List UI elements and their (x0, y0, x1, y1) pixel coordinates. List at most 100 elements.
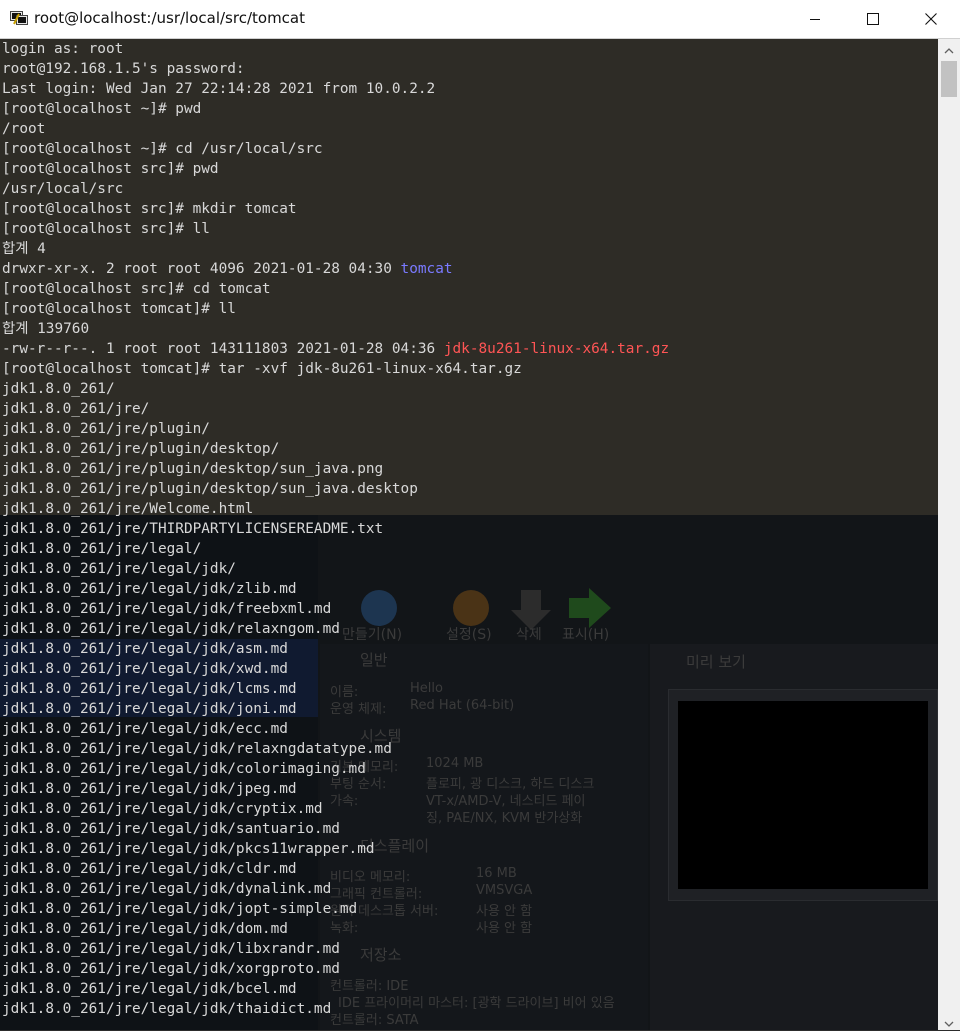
terminal-text: 합계 4 (2, 241, 46, 257)
scrollbar-thumb[interactable] (941, 61, 957, 97)
terminal-line: jdk1.8.0_261/jre/plugin/desktop/sun_java… (2, 459, 669, 479)
terminal-text: jdk1.8.0_261/ (2, 381, 115, 397)
scrollbar[interactable] (938, 39, 960, 1030)
close-button[interactable] (902, 0, 960, 38)
terminal-line: jdk1.8.0_261/jre/plugin/ (2, 419, 669, 439)
terminal-text: -rw-r--r--. 1 root root 143111803 2021-0… (2, 341, 444, 357)
terminal-output: login as: root root@192.168.1.5's passwor… (2, 39, 669, 1019)
terminal-text: jdk1.8.0_261/jre/legal/jdk/ecc.md (2, 721, 288, 737)
terminal-line: jdk1.8.0_261/jre/legal/jdk/freebxml.md (2, 599, 669, 619)
terminal-text: [root@localhost tomcat]# tar -xvf jdk-8u… (2, 361, 522, 377)
terminal-line: jdk1.8.0_261/jre/plugin/desktop/ (2, 439, 669, 459)
terminal-line: jdk1.8.0_261/jre/legal/jdk/joni.md (2, 699, 669, 719)
terminal-text: jdk1.8.0_261/jre/plugin/ (2, 421, 210, 437)
terminal-area[interactable]: 만들기(N) 설정(S) 삭제 표시(H) 일반 이름: Hello 운영 체제… (0, 39, 938, 1030)
minimize-icon (809, 10, 821, 29)
terminal-text: 합계 139760 (2, 321, 90, 337)
maximize-icon (867, 10, 879, 29)
terminal-line: jdk1.8.0_261/jre/legal/jdk/ecc.md (2, 719, 669, 739)
terminal-text: jdk1.8.0_261/jre/legal/jdk/colorimaging.… (2, 761, 366, 777)
terminal-line: jdk1.8.0_261/jre/legal/jdk/cldr.md (2, 859, 669, 879)
terminal-line: jdk1.8.0_261/jre/legal/jdk/libxrandr.md (2, 939, 669, 959)
terminal-text: jdk1.8.0_261/jre/legal/jdk/xorgproto.md (2, 961, 340, 977)
terminal-line: jdk1.8.0_261/jre/legal/jdk/asm.md (2, 639, 669, 659)
terminal-text: jdk1.8.0_261/jre/legal/jdk/xwd.md (2, 661, 288, 677)
terminal-text: jdk1.8.0_261/jre/legal/jdk/zlib.md (2, 581, 297, 597)
scroll-down-button[interactable] (938, 1012, 960, 1030)
terminal-text: jdk1.8.0_261/jre/legal/jdk/joni.md (2, 701, 297, 717)
terminal-text: jdk1.8.0_261/jre/plugin/desktop/ (2, 441, 280, 457)
terminal-text: jdk1.8.0_261/jre/legal/jdk/relaxngdataty… (2, 741, 392, 757)
terminal-line: jdk1.8.0_261/jre/legal/jdk/santuario.md (2, 819, 669, 839)
background-preview-screen (678, 701, 928, 889)
terminal-text: jdk1.8.0_261/jre/legal/jdk/santuario.md (2, 821, 340, 837)
terminal-line: jdk1.8.0_261/jre/legal/jdk/colorimaging.… (2, 759, 669, 779)
terminal-line: jdk1.8.0_261/jre/legal/jdk/dynalink.md (2, 879, 669, 899)
terminal-line: jdk1.8.0_261/jre/legal/jdk/xorgproto.md (2, 959, 669, 979)
terminal-line: /usr/local/src (2, 179, 669, 199)
terminal-text: jdk1.8.0_261/jre/legal/jdk/asm.md (2, 641, 288, 657)
terminal-text: [root@localhost ~]# cd /usr/local/src (2, 141, 323, 157)
terminal-line: jdk1.8.0_261/jre/legal/jdk/bcel.md (2, 979, 669, 999)
terminal-text: jdk1.8.0_261/jre/legal/jdk/libxrandr.md (2, 941, 340, 957)
terminal-text: root@192.168.1.5's password: (2, 61, 245, 77)
terminal-text: jdk1.8.0_261/jre/Welcome.html (2, 501, 254, 517)
terminal-text: /root (2, 121, 46, 137)
terminal-text: jdk1.8.0_261/jre/legal/jdk/cldr.md (2, 861, 297, 877)
terminal-line: jdk1.8.0_261/jre/legal/jdk/cryptix.md (2, 799, 669, 819)
terminal-line: [root@localhost ~]# pwd (2, 99, 669, 119)
terminal-line: jdk1.8.0_261/jre/legal/jdk/zlib.md (2, 579, 669, 599)
ghost-section-preview: 미리 보기 (686, 653, 746, 671)
terminal-text: [root@localhost src]# cd tomcat (2, 281, 271, 297)
terminal-text: jdk1.8.0_261/jre/legal/jdk/jpeg.md (2, 781, 297, 797)
terminal-line: jdk1.8.0_261/ (2, 379, 669, 399)
terminal-text: jdk1.8.0_261/jre/legal/ (2, 541, 202, 557)
terminal-line: jdk1.8.0_261/jre/legal/jdk/jpeg.md (2, 779, 669, 799)
terminal-text: jdk1.8.0_261/jre/legal/jdk/jopt-simple.m… (2, 901, 358, 917)
terminal-line: [root@localhost ~]# cd /usr/local/src (2, 139, 669, 159)
terminal-line: jdk1.8.0_261/jre/legal/jdk/thaidict.md (2, 999, 669, 1019)
terminal-line: /root (2, 119, 669, 139)
terminal-text: jdk1.8.0_261/jre/plugin/desktop/sun_java… (2, 461, 384, 477)
terminal-text: [root@localhost ~]# pwd (2, 101, 202, 117)
terminal-line: [root@localhost src]# ll (2, 219, 669, 239)
terminal-text: [root@localhost src]# pwd (2, 161, 219, 177)
terminal-line: jdk1.8.0_261/jre/legal/jdk/xwd.md (2, 659, 669, 679)
maximize-button[interactable] (844, 0, 902, 38)
terminal-text: jdk1.8.0_261/jre/legal/jdk/ (2, 561, 236, 577)
terminal-text: jdk1.8.0_261/jre/legal/jdk/bcel.md (2, 981, 297, 997)
terminal-line: drwxr-xr-x. 2 root root 4096 2021-01-28 … (2, 259, 669, 279)
terminal-line: root@192.168.1.5's password: (2, 59, 669, 79)
terminal-directory-name: tomcat (400, 261, 453, 277)
terminal-text: jdk1.8.0_261/jre/ (2, 401, 150, 417)
terminal-text: jdk1.8.0_261/jre/legal/jdk/lcms.md (2, 681, 297, 697)
terminal-line: login as: root (2, 39, 669, 59)
terminal-line: [root@localhost tomcat]# tar -xvf jdk-8u… (2, 359, 669, 379)
terminal-text: Last login: Wed Jan 27 22:14:28 2021 fro… (2, 81, 436, 97)
terminal-text: jdk1.8.0_261/jre/legal/jdk/pkcs11wrapper… (2, 841, 375, 857)
terminal-line: jdk1.8.0_261/jre/THIRDPARTYLICENSEREADME… (2, 519, 669, 539)
terminal-text: drwxr-xr-x. 2 root root 4096 2021-01-28 … (2, 261, 401, 277)
terminal-line: jdk1.8.0_261/jre/legal/jdk/pkcs11wrapper… (2, 839, 669, 859)
scroll-up-icon (944, 39, 954, 58)
terminal-line: jdk1.8.0_261/jre/legal/jdk/relaxngdataty… (2, 739, 669, 759)
terminal-line: [root@localhost src]# pwd (2, 159, 669, 179)
terminal-line: jdk1.8.0_261/jre/plugin/desktop/sun_java… (2, 479, 669, 499)
putty-terminal-icon[interactable] (10, 10, 28, 26)
terminal-text: jdk1.8.0_261/jre/legal/jdk/thaidict.md (2, 1001, 332, 1017)
terminal-text: jdk1.8.0_261/jre/THIRDPARTYLICENSEREADME… (2, 521, 384, 537)
close-icon (925, 10, 937, 29)
terminal-text: jdk1.8.0_261/jre/legal/jdk/cryptix.md (2, 801, 323, 817)
terminal-line: jdk1.8.0_261/jre/legal/jdk/lcms.md (2, 679, 669, 699)
terminal-text: jdk1.8.0_261/jre/legal/jdk/dynalink.md (2, 881, 332, 897)
terminal-line: 합계 139760 (2, 319, 669, 339)
terminal-text: /usr/local/src (2, 181, 124, 197)
minimize-button[interactable] (786, 0, 844, 38)
title-bar[interactable]: root@localhost:/usr/local/src/tomcat (0, 0, 960, 39)
terminal-text: jdk1.8.0_261/jre/legal/jdk/freebxml.md (2, 601, 332, 617)
terminal-line: Last login: Wed Jan 27 22:14:28 2021 fro… (2, 79, 669, 99)
terminal-text: [root@localhost src]# ll (2, 221, 210, 237)
scroll-up-button[interactable] (938, 39, 960, 57)
terminal-line: jdk1.8.0_261/jre/ (2, 399, 669, 419)
terminal-line: [root@localhost src]# mkdir tomcat (2, 199, 669, 219)
